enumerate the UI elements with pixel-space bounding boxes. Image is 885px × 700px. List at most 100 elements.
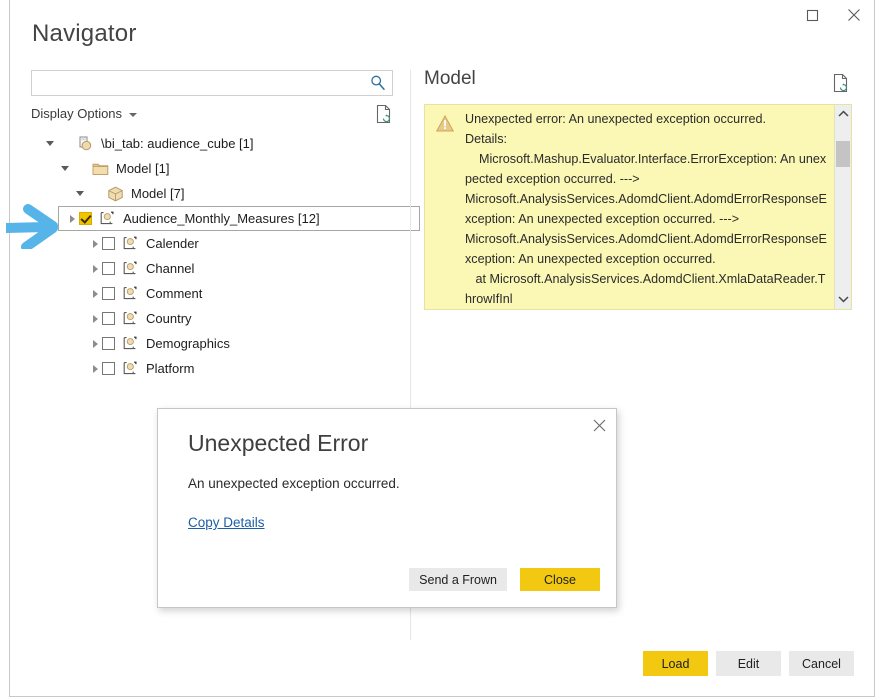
navigator-tree: \bi_tab: audience_cube [1] Model [1] Model… [31,131,420,381]
tree-node-checkbox[interactable] [102,262,115,275]
folder-icon [92,163,108,175]
tree-node-channel[interactable]: Channel [31,256,401,281]
tree-node-icon-slot [121,361,139,377]
tree-node-checkbox[interactable] [102,337,115,350]
dialog-close-button[interactable] [584,412,614,438]
tree-node-icon-slot [98,211,116,227]
scroll-up-button[interactable] [835,105,851,122]
close-icon [593,419,605,431]
tree-node-checkbox[interactable] [102,237,115,250]
tree-node-comment[interactable]: Comment [31,281,401,306]
navigator-window: Navigator Display Options \bi_tab: audie… [0,0,885,700]
triangle-glyph [92,314,98,323]
measure-table-icon [100,211,113,224]
refresh-document-icon[interactable] [375,104,393,124]
page-title: Navigator [32,20,137,47]
maximize-button[interactable] [791,1,833,29]
tree-node-demographics[interactable]: Demographics [31,331,401,356]
cube-icon [107,186,123,201]
search-icon[interactable] [369,74,387,92]
tree-node-label: Country [146,311,192,326]
tree-node-model-1[interactable]: Model [1] [31,156,401,181]
tree-node-label: Platform [146,361,195,376]
tree-node-country[interactable]: Country [31,306,401,331]
tree-node-checkbox[interactable] [102,312,115,325]
tree-node-label: Model [1] [116,161,170,176]
measure-table-icon [123,236,136,249]
footer-actions: Load Edit Cancel [643,651,854,676]
dialog-actions: Send a Frown Close [409,568,600,591]
tree-node-calender[interactable]: Calender [31,231,401,256]
triangle-glyph [92,264,98,273]
preview-header: Model [424,68,852,104]
scroll-down-button[interactable] [835,290,851,307]
unexpected-error-dialog: Unexpected Error An unexpected exception… [157,408,617,608]
error-message-text: Unexpected error: An unexpected exceptio… [465,112,827,306]
load-button[interactable]: Load [643,651,708,676]
expand-arrow-open-icon[interactable] [58,162,72,176]
tree-node-label: Audience_Monthly_Measures [12] [123,211,320,226]
tree-node-label: Channel [146,261,195,276]
tree-node-bi_tab-audience_cube-1[interactable]: \bi_tab: audience_cube [1] [31,131,401,156]
window-controls [791,0,875,30]
expand-arrow-closed-icon[interactable] [88,287,102,301]
left-pane: Display Options [31,70,401,128]
expand-arrow-open-icon[interactable] [73,187,87,201]
scrollbar-thumb[interactable] [836,141,850,167]
measure-table-icon [123,311,136,324]
measure-table-icon [123,361,136,374]
tree-node-model-7[interactable]: Model [7] [31,181,401,206]
error-scrollbar[interactable] [834,105,851,309]
triangle-glyph [92,339,98,348]
tree-node-icon-slot [121,336,139,352]
expand-arrow-closed-icon[interactable] [88,337,102,351]
chevron-down-icon [837,295,849,302]
copy-details-link[interactable]: Copy Details [188,515,265,530]
tree-node-label: Demographics [146,336,230,351]
tree-node-icon-slot [106,186,124,202]
close-icon [848,9,860,21]
triangle-glyph [76,191,84,196]
expand-arrow-open-icon[interactable] [43,137,57,151]
tree-node-icon-slot [121,286,139,302]
display-options-dropdown[interactable]: Display Options [31,106,138,121]
triangle-glyph [92,364,98,373]
tree-node-label: Comment [146,286,203,301]
tree-node-icon-slot [91,161,109,177]
triangle-glyph [92,239,98,248]
preview-title: Model [424,68,476,89]
tree-node-audience_monthly_measures-12[interactable]: Audience_Monthly_Measures [12] [58,206,420,231]
chevron-down-icon [129,113,138,117]
tree-node-label: Calender [146,236,199,251]
tree-node-label: Model [7] [131,186,185,201]
send-a-frown-button[interactable]: Send a Frown [409,568,507,591]
search-input[interactable] [32,71,362,95]
maximize-icon [806,9,818,21]
search-box[interactable] [31,70,393,96]
expand-arrow-closed-icon[interactable] [88,237,102,251]
expand-arrow-closed-icon[interactable] [65,212,79,226]
tree-node-icon-slot [121,261,139,277]
warning-triangle-icon [436,115,454,132]
expand-arrow-closed-icon[interactable] [88,262,102,276]
refresh-document-icon[interactable] [832,73,850,93]
tree-node-icon-slot [121,236,139,252]
tree-node-checkbox[interactable] [79,212,92,225]
triangle-glyph [92,289,98,298]
tree-node-icon-slot [121,311,139,327]
tree-node-checkbox[interactable] [102,362,115,375]
display-options-label: Display Options [31,106,123,121]
triangle-glyph [61,166,69,171]
close-button[interactable] [833,1,875,29]
expand-arrow-closed-icon[interactable] [88,362,102,376]
expand-arrow-closed-icon[interactable] [88,312,102,326]
edit-button[interactable]: Edit [716,651,781,676]
close-dialog-button[interactable]: Close [520,568,600,591]
display-options-row: Display Options [31,104,393,128]
tree-node-platform[interactable]: Platform [31,356,401,381]
dialog-title: Unexpected Error [188,430,369,456]
tree-node-checkbox[interactable] [102,287,115,300]
measure-table-icon [123,286,136,299]
triangle-glyph [46,141,54,146]
cancel-button[interactable]: Cancel [789,651,854,676]
